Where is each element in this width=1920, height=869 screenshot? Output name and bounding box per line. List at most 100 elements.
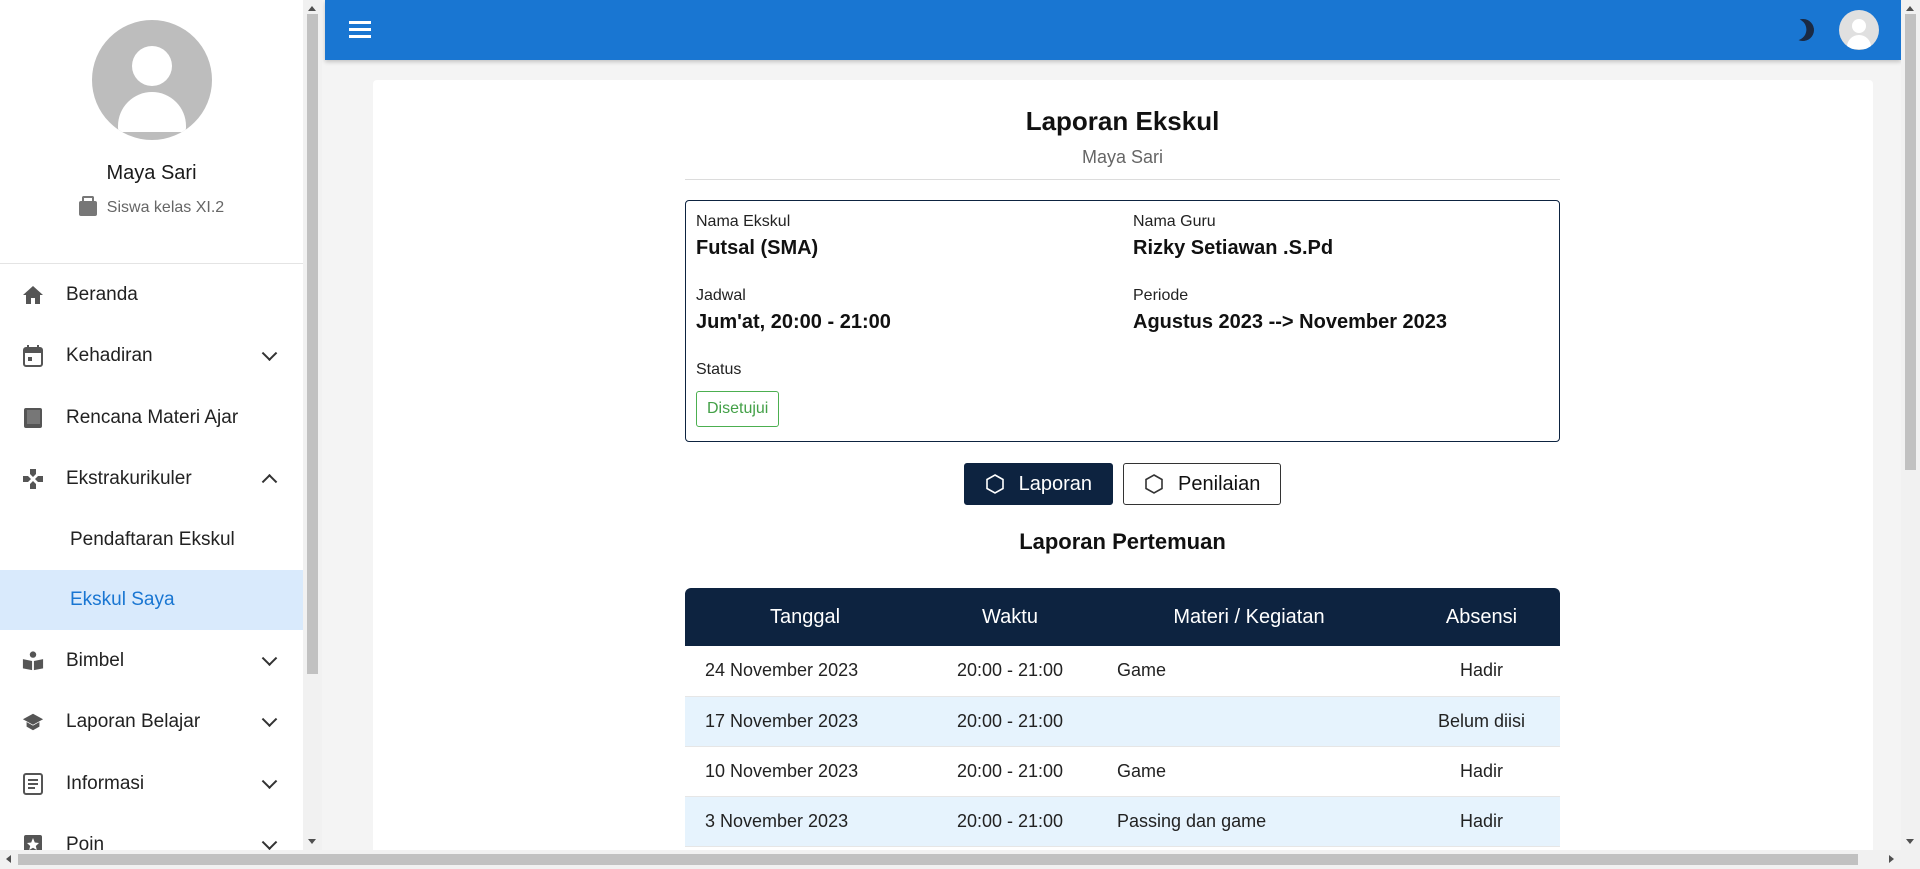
main-scroll-thumb[interactable] [1905,14,1916,470]
field-value: Futsal (SMA) [696,237,819,259]
laporan-button-label: Laporan [1018,472,1093,495]
field-label: Nama Guru [1133,213,1216,230]
sidebar-item-rencana-materi[interactable]: Rencana Materi Ajar [0,387,303,449]
field-nama-guru: Nama Guru Rizky Setiawan .S.Pd [1133,213,1333,260]
sidebar-item-poin[interactable]: Poin [0,815,303,850]
field-value: Agustus 2023 --> November 2023 [1133,311,1448,333]
sidebar: Maya Sari Siswa kelas XI.2 Beranda Kehad… [0,0,303,850]
cell-absensi: Hadir [1403,746,1560,797]
view-toggle: Laporan Penilaian [685,463,1560,505]
chevron-down-icon [261,345,278,362]
scroll-left-icon[interactable] [6,855,11,863]
sidebar-item-label: Ekskul Saya [70,589,175,610]
content-card: Laporan Ekskul Maya Sari Nama Ekskul Fut… [373,80,1873,869]
sidebar-item-label: Laporan Belajar [66,711,201,733]
column-header-absensi: Absensi [1445,605,1518,628]
cell-tanggal: 10 November 2023 [685,746,925,797]
sidebar-item-label: Poin [66,834,105,850]
field-status: Status Disetujui [696,361,780,427]
sidebar-item-label: Informasi [66,772,145,794]
book-icon [22,407,44,429]
field-label: Jadwal [696,287,746,304]
profile-role: Siswa kelas XI.2 [0,195,303,217]
table-header-row: Tanggal Waktu Materi / Kegiatan Absensi [685,588,1560,646]
sidebar-item-beranda[interactable]: Beranda [0,264,303,326]
profile-role-text: Siswa kelas XI.2 [106,199,225,216]
laporan-button[interactable]: Laporan [963,463,1114,505]
article-icon [22,772,44,795]
sidebar-item-label: Ekstrakurikuler [66,468,192,490]
graduation-cap-icon [22,711,44,733]
sidebar-subitem-pendaftaran-ekskul[interactable]: Pendaftaran Ekskul [0,510,303,570]
profile-avatar [91,20,212,140]
cell-waktu: 20:00 - 21:00 [925,796,1095,847]
ekskul-info-box: Nama Ekskul Futsal (SMA) Nama Guru Rizky… [685,200,1560,442]
cell-tanggal: 17 November 2023 [685,696,925,747]
scroll-right-icon[interactable] [1889,855,1894,863]
penilaian-button-label: Penilaian [1178,472,1261,495]
sidebar-nav: Beranda Kehadiran Rencana Materi Ajar Ek… [0,264,303,850]
briefcase-icon [78,195,97,216]
column-header-materi: Materi / Kegiatan [1173,605,1325,628]
scroll-down-icon[interactable] [308,839,316,844]
cell-waktu: 20:00 - 21:00 [925,746,1095,797]
cell-materi: Passing dan game [1095,796,1403,847]
scroll-up-icon[interactable] [1906,6,1914,11]
sidebar-scroll-thumb[interactable] [307,14,318,674]
scroll-up-icon[interactable] [308,6,316,11]
cell-tanggal: 24 November 2023 [685,646,925,697]
table-row: 3 November 2023 20:00 - 21:00 Passing da… [685,796,1560,847]
section-title: Laporan Pertemuan [1019,529,1226,554]
sidebar-subitem-ekskul-saya[interactable]: Ekskul Saya [0,570,303,630]
cell-absensi: Hadir [1403,646,1560,697]
cell-tanggal: 3 November 2023 [685,796,925,847]
table-row: 10 November 2023 20:00 - 21:00 Game Hadi… [685,746,1560,797]
sidebar-item-ekstrakurikuler[interactable]: Ekstrakurikuler [0,449,303,511]
field-label: Nama Ekskul [696,213,791,230]
horizontal-scroll-thumb[interactable] [18,854,1858,865]
sidebar-scrollbar[interactable] [303,0,322,850]
sidebar-item-laporan-belajar[interactable]: Laporan Belajar [0,692,303,754]
sidebar-item-kehadiran[interactable]: Kehadiran [0,326,303,388]
penilaian-button[interactable]: Penilaian [1123,463,1282,505]
top-app-bar [325,0,1901,60]
page-title: Laporan Ekskul [1025,106,1220,136]
sidebar-item-label: Bimbel [66,649,125,671]
chevron-down-icon [261,650,278,666]
main-scrollbar[interactable] [1901,0,1920,850]
cell-waktu: 20:00 - 21:00 [925,646,1095,697]
hexagon-icon [1145,474,1163,494]
sidebar-item-bimbel[interactable]: Bimbel [0,630,303,692]
sidebar-item-informasi[interactable]: Informasi [0,753,303,815]
cell-materi: Game [1095,746,1403,797]
star-box-icon [22,834,44,850]
account-icon[interactable] [1839,10,1879,50]
hamburger-icon[interactable] [349,21,371,38]
sidebar-item-label: Pendaftaran Ekskul [70,529,235,550]
column-header-waktu: Waktu [982,605,1038,628]
gamepad-icon [22,468,44,490]
cell-materi: Game [1095,646,1403,697]
field-periode: Periode Agustus 2023 --> November 2023 [1133,287,1447,334]
field-value: Jum'at, 20:00 - 21:00 [696,311,891,333]
sidebar-item-label: Rencana Materi Ajar [66,406,239,428]
horizontal-scrollbar[interactable] [0,850,1920,869]
table-row: 17 November 2023 20:00 - 21:00 Belum dii… [685,696,1560,747]
sidebar-item-label: Beranda [66,283,138,305]
reading-icon [22,650,44,672]
cell-waktu: 20:00 - 21:00 [925,696,1095,747]
profile-name: Maya Sari [106,162,197,184]
cell-absensi: Belum diisi [1403,696,1560,747]
cell-absensi: Hadir [1403,796,1560,847]
scroll-down-icon[interactable] [1906,839,1914,844]
moon-icon[interactable] [1789,16,1817,44]
profile-section: Maya Sari Siswa kelas XI.2 [0,20,303,264]
page-subtitle: Maya Sari [685,147,1560,180]
chevron-up-icon [261,474,278,490]
cell-materi [1095,696,1403,747]
sidebar-item-label: Kehadiran [66,345,153,367]
calendar-icon [22,345,44,368]
home-icon [22,284,44,306]
meetings-table: Tanggal Waktu Materi / Kegiatan Absensi … [685,588,1560,847]
field-jadwal: Jadwal Jum'at, 20:00 - 21:00 [696,287,891,334]
